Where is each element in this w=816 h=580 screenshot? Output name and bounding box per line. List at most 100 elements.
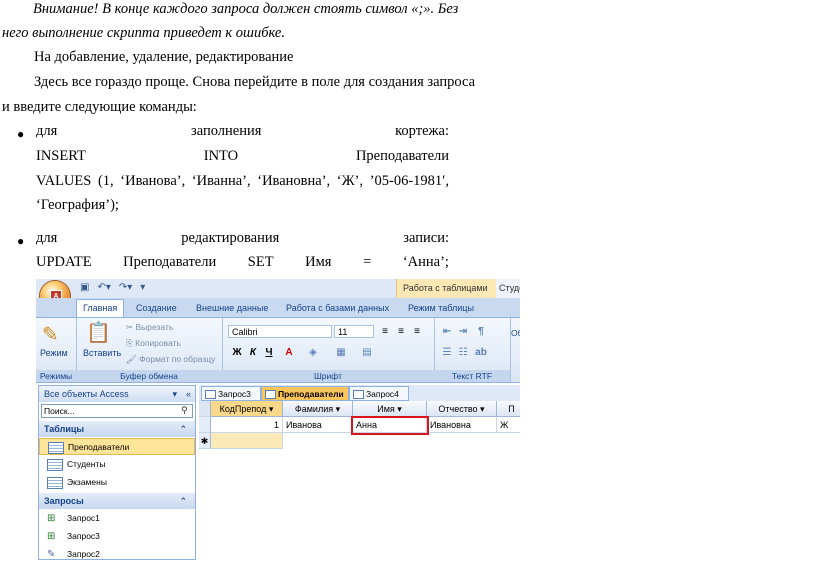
insert-line-3: ‘География’); xyxy=(36,197,119,213)
nav-item-label: Преподаватели xyxy=(68,442,130,452)
format-painter-button[interactable]: 🖌 Формат по образцу xyxy=(126,354,215,365)
cell-gender[interactable]: Ж xyxy=(497,417,520,433)
contextual-tab-table-tools[interactable]: Работа с таблицами xyxy=(396,279,496,298)
search-input[interactable]: Поиск... xyxy=(41,404,193,418)
tab-create[interactable]: Создание xyxy=(136,300,177,317)
column-label: П xyxy=(508,404,515,414)
nav-header[interactable]: Все объекты Access ▾ « xyxy=(39,386,195,402)
outdent-icon[interactable]: ⇥ xyxy=(456,325,470,338)
code-token: ‘Анна’; xyxy=(402,254,449,270)
italic-icon[interactable]: К xyxy=(246,346,260,359)
tab-query4[interactable]: Запрос4 xyxy=(349,386,409,401)
chevron-down-icon[interactable]: ▾ xyxy=(172,386,177,402)
nav-header-label: Все объекты Access xyxy=(44,389,129,399)
nav-item-query3[interactable]: ⊞ Запрос3 xyxy=(39,528,195,545)
nav-item-students[interactable]: Студенты xyxy=(39,456,195,473)
numbering-icon[interactable]: ☷ xyxy=(456,346,470,359)
paste-button[interactable]: Вставить xyxy=(83,348,121,358)
nav-item-label: Запрос3 xyxy=(67,531,100,541)
collapse-icon[interactable]: « xyxy=(186,386,191,402)
append-query-icon: ⊞ xyxy=(47,531,56,542)
customize-icon[interactable]: ▾ xyxy=(140,282,145,296)
code-token: = xyxy=(363,254,372,270)
nav-item-teachers[interactable]: Преподаватели xyxy=(39,438,195,455)
gridlines-icon[interactable]: ▦ xyxy=(334,346,348,359)
tab-teachers[interactable]: Преподаватели xyxy=(261,386,349,401)
new-record-cell[interactable] xyxy=(211,433,283,449)
intro-line-1: Здесь все гораздо проще. Снова перейдите… xyxy=(34,74,476,90)
code-token: (1, xyxy=(97,173,114,189)
column-header[interactable]: П xyxy=(497,401,520,417)
tab-query3[interactable]: Запрос3 xyxy=(201,386,261,401)
undo-icon[interactable]: ↶▾ xyxy=(97,282,110,296)
warning-line-2: него выполнение скрипта приведет к ошибк… xyxy=(2,25,285,41)
group-modes: ✎ Режим Режимы xyxy=(36,318,77,382)
column-header[interactable]: КодПрепод ▾ xyxy=(211,401,283,417)
tab-label: Запрос4 xyxy=(366,389,399,399)
section-queries[interactable]: Запросы ⌃ xyxy=(39,493,195,509)
bold-icon[interactable]: Ж xyxy=(230,346,244,359)
bullet-2-marker: ● xyxy=(17,234,25,248)
code-token: Преподаватели xyxy=(123,254,217,270)
nav-item-query1[interactable]: ⊞ Запрос1 xyxy=(39,510,195,527)
navigation-pane: Все объекты Access ▾ « Поиск... ⚲ Таблиц… xyxy=(38,385,196,560)
underline-icon[interactable]: Ч xyxy=(262,346,276,359)
code-token: ’05-06-1981′, xyxy=(369,173,449,189)
group-rich-text: ⇤ ⇥ ¶ ☰ ☷ ab Текст RTF xyxy=(434,318,511,382)
bullet-1-marker: ● xyxy=(17,127,25,141)
view-button[interactable]: Режим xyxy=(40,348,68,358)
section-queries-label: Запросы xyxy=(44,496,84,506)
save-icon[interactable]: ▣ xyxy=(80,282,89,296)
align-right-icon[interactable]: ≡ xyxy=(410,325,424,338)
redo-icon[interactable]: ↷▾ xyxy=(119,282,132,296)
column-header[interactable]: Фамилия ▾ xyxy=(283,401,353,417)
tab-database-tools[interactable]: Работа с базами данных xyxy=(286,300,389,317)
tab-home[interactable]: Главная xyxy=(76,299,125,318)
select-all-corner[interactable] xyxy=(199,401,211,417)
nav-item-query2[interactable]: ✎ Запрос2 xyxy=(39,546,195,560)
cell-id[interactable]: 1 xyxy=(211,417,283,433)
nav-item-exams[interactable]: Экзамены xyxy=(39,474,195,491)
search-icon[interactable]: ⚲ xyxy=(181,405,188,416)
bullet-2-text: для редактирования записи: xyxy=(36,230,449,247)
column-label: Фамилия xyxy=(294,404,334,414)
copy-button[interactable]: ⎘ Копировать xyxy=(126,338,181,349)
word: заполнения xyxy=(191,123,262,139)
cut-label: Вырезать xyxy=(135,322,174,332)
section-tables-label: Таблицы xyxy=(44,424,85,434)
ltr-icon[interactable]: ¶ xyxy=(474,325,488,338)
append-query-icon: ⊞ xyxy=(47,513,56,524)
chevron-up-icon[interactable]: ⌃ xyxy=(179,493,187,509)
font-color-icon[interactable]: A xyxy=(282,346,296,359)
highlight-icon[interactable]: ab xyxy=(474,346,488,359)
cell-surname[interactable]: Иванова xyxy=(283,417,353,433)
align-center-icon[interactable]: ≡ xyxy=(394,325,408,338)
indent-icon[interactable]: ⇤ xyxy=(440,325,454,338)
contextual-tab-students[interactable]: Студе xyxy=(496,279,520,298)
cut-button[interactable]: ✂ Вырезать xyxy=(126,322,173,333)
column-header[interactable]: Отчество ▾ xyxy=(427,401,497,417)
code-token: SET xyxy=(247,254,274,270)
tab-external-data[interactable]: Внешние данные xyxy=(196,300,268,317)
new-row-marker[interactable]: ✱ xyxy=(199,433,211,449)
group-font: Calibri 11 ≡ ≡ ≡ Ж К Ч A ◈ ▦ ▤ Шрифт xyxy=(222,318,435,382)
tab-label: Преподаватели xyxy=(278,389,344,399)
code-token: ‘Ж’, xyxy=(336,173,364,189)
fill-color-icon[interactable]: ◈ xyxy=(306,346,320,359)
row-selector[interactable] xyxy=(199,417,211,433)
alt-fill-icon[interactable]: ▤ xyxy=(360,346,374,359)
tab-datasheet[interactable]: Режим таблицы xyxy=(408,300,474,317)
chevron-up-icon[interactable]: ⌃ xyxy=(179,421,187,437)
update-line: UPDATE Преподаватели SET Имя = ‘Анна’; xyxy=(36,254,449,271)
font-name-select[interactable]: Calibri xyxy=(228,325,332,338)
font-size-select[interactable]: 11 xyxy=(334,325,374,338)
bullets-icon[interactable]: ☰ xyxy=(440,346,454,359)
cell-patronymic[interactable]: Ивановна xyxy=(427,417,497,433)
column-label: КодПрепод xyxy=(219,404,267,414)
column-header[interactable]: Имя ▾ xyxy=(353,401,427,417)
section-heading: На добавление, удаление, редактирование xyxy=(34,49,294,65)
ribbon: ✎ Режим Режимы 📋 Вставить ✂ Вырезать ⎘ К… xyxy=(36,317,520,383)
align-left-icon[interactable]: ≡ xyxy=(378,325,392,338)
section-tables[interactable]: Таблицы ⌃ xyxy=(39,421,195,437)
code-token: INSERT xyxy=(36,148,86,164)
